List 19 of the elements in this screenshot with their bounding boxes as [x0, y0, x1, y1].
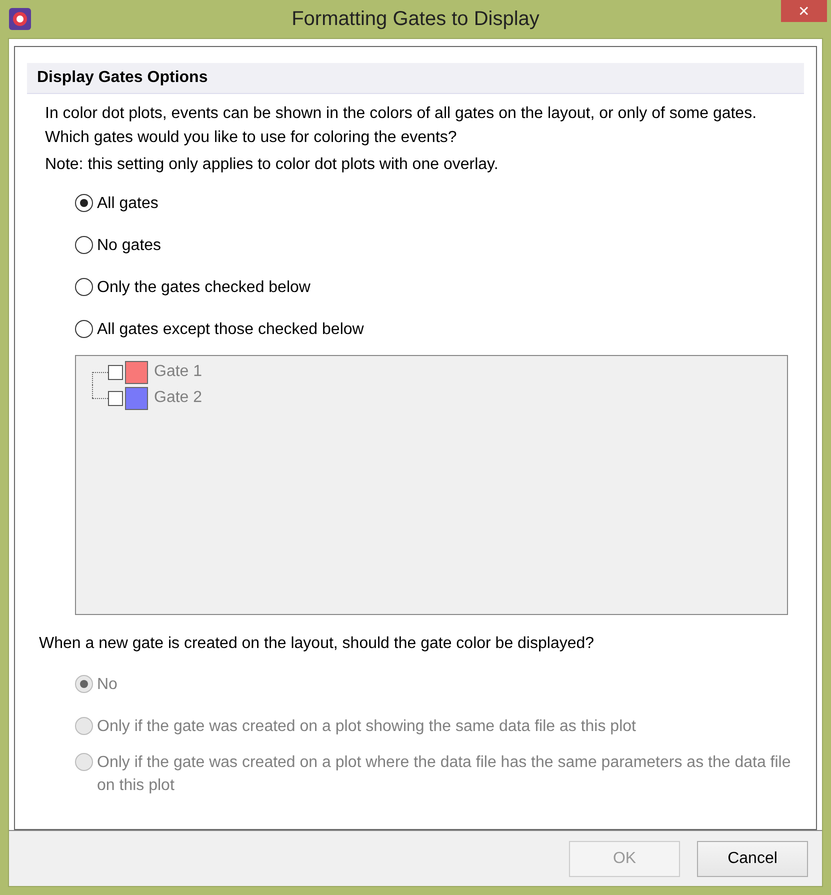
note-text: Note: this setting only applies to color dot plots with one overlay.	[45, 156, 500, 174]
app-logo-icon	[8, 7, 32, 31]
radio-label: Only if the gate was created on a plot where the data file has the same parameters as the data file on this plot	[97, 753, 792, 796]
window-title: Formatting Gates to Display	[290, 8, 540, 30]
radio-label: All gates except those checked below	[97, 320, 364, 340]
radio-label: Only the gates checked below	[97, 278, 310, 298]
radio-button[interactable]	[75, 278, 93, 296]
radio-button[interactable]	[75, 194, 93, 212]
close-button[interactable]: ✕	[781, 0, 827, 22]
section-header: Display Gates Options	[27, 63, 804, 94]
radio-label: No	[97, 675, 118, 695]
radio-button[interactable]	[75, 236, 93, 254]
intro-text: In color dot plots, events can be shown in the colors of all gates on the layout, or only of some gates. Which gates would you like to use for coloring the events?	[45, 104, 758, 148]
radio-label: No gates	[97, 236, 162, 256]
radio-button[interactable]	[75, 320, 93, 338]
radio-label: Only if the gate was created on a plot showing the same data file as this plot	[97, 717, 636, 737]
question-text: When a new gate is created on the layout, should the gate color be displayed?	[39, 635, 596, 653]
cancel-button[interactable]: Cancel	[697, 840, 808, 876]
radio-label: All gates	[97, 194, 158, 214]
